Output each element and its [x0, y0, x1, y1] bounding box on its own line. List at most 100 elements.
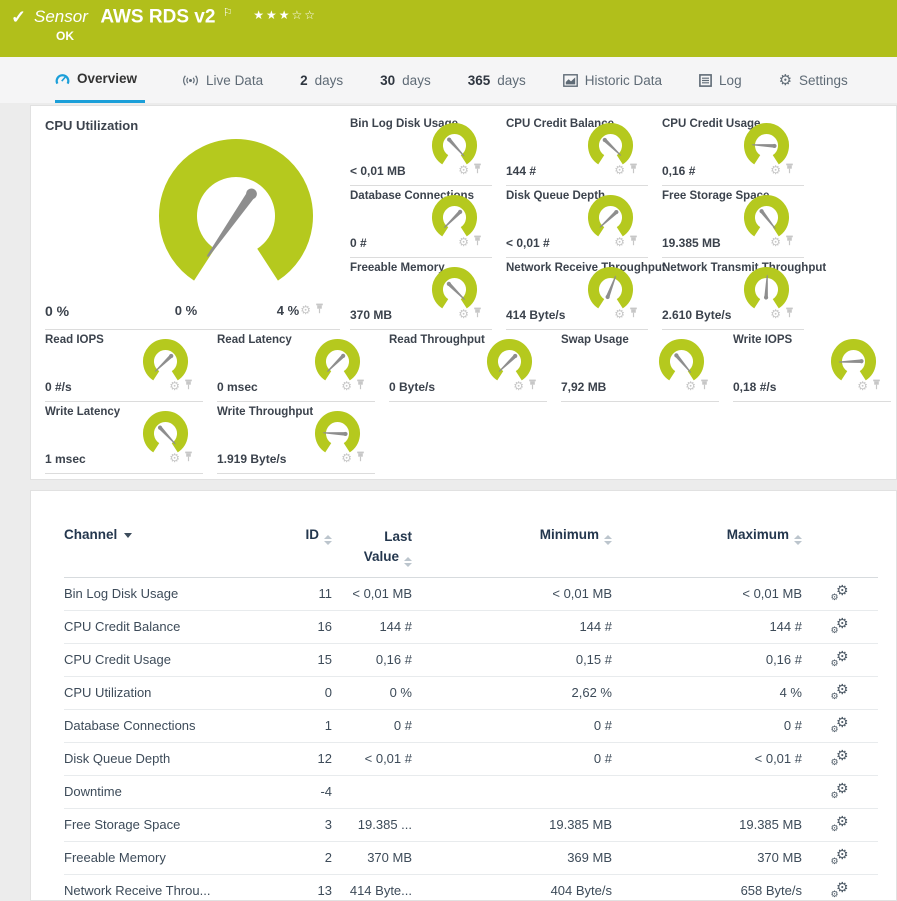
channel-pin-icon[interactable]: [785, 161, 794, 179]
channel-pin-icon[interactable]: [629, 305, 638, 323]
gauge-tile[interactable]: Write Throughput 1.919 Byte/s ⚙: [217, 402, 375, 474]
table-row[interactable]: Downtime -4 ⚙⚙: [64, 776, 878, 809]
channel-gear-icon[interactable]: ⚙: [341, 380, 352, 392]
channel-gear-icon[interactable]: ⚙: [685, 380, 696, 392]
priority-flag-icon[interactable]: ⚐: [223, 7, 233, 19]
channel-name[interactable]: CPU Credit Usage: [64, 652, 269, 667]
channel-gear-icon[interactable]: ⚙: [169, 452, 180, 464]
table-row[interactable]: CPU Credit Balance 16 144 # 144 # 144 # …: [64, 611, 878, 644]
channel-gear-icon[interactable]: ⚙: [169, 380, 180, 392]
channel-name[interactable]: Database Connections: [64, 718, 269, 733]
table-row[interactable]: Disk Queue Depth 12 < 0,01 # 0 # < 0,01 …: [64, 743, 878, 776]
channel-gear-icon[interactable]: ⚙: [513, 380, 524, 392]
channel-gear-icon[interactable]: ⚙: [770, 236, 781, 248]
channel-settings-gears-icon[interactable]: ⚙⚙: [831, 584, 850, 601]
channel-pin-icon[interactable]: [872, 377, 881, 395]
channel-settings-gears-icon[interactable]: ⚙⚙: [831, 716, 850, 733]
channel-pin-icon[interactable]: [473, 161, 482, 179]
gauge-tile[interactable]: Write IOPS 0,18 #/s ⚙: [733, 330, 891, 402]
channel-pin-icon[interactable]: [184, 377, 193, 395]
col-header-last-value[interactable]: LastValue: [332, 527, 412, 567]
channel-gear-icon[interactable]: ⚙: [614, 308, 625, 320]
sort-arrows-icon[interactable]: [604, 535, 612, 545]
channel-settings-gears-icon[interactable]: ⚙⚙: [831, 881, 850, 898]
table-row[interactable]: Free Storage Space 3 19.385 ... 19.385 M…: [64, 809, 878, 842]
channel-settings-gears-icon[interactable]: ⚙⚙: [831, 815, 850, 832]
table-row[interactable]: Database Connections 1 0 # 0 # 0 # ⚙⚙: [64, 710, 878, 743]
gauge-tile[interactable]: Read Latency 0 msec ⚙: [217, 330, 375, 402]
channel-pin-icon[interactable]: [629, 233, 638, 251]
sort-arrows-icon[interactable]: [404, 557, 412, 567]
channel-name[interactable]: Network Receive Throu...: [64, 883, 269, 898]
channel-pin-icon[interactable]: [528, 377, 537, 395]
tab-365-days[interactable]: 365days: [468, 57, 526, 103]
tab-historic-data[interactable]: Historic Data: [563, 57, 662, 103]
gauge-tile[interactable]: Disk Queue Depth < 0,01 # ⚙: [506, 186, 648, 258]
channel-gear-icon[interactable]: ⚙: [458, 236, 469, 248]
tab-live-data[interactable]: Live Data: [182, 57, 263, 103]
gauge-tile[interactable]: Read Throughput 0 Byte/s ⚙: [389, 330, 547, 402]
channel-pin-icon[interactable]: [473, 233, 482, 251]
channel-settings-gears-icon[interactable]: ⚙⚙: [831, 617, 850, 634]
tab-settings[interactable]: ⚙Settings: [779, 57, 848, 103]
channel-pin-icon[interactable]: [785, 233, 794, 251]
channel-settings-gears-icon[interactable]: ⚙⚙: [831, 848, 850, 865]
channel-settings-gears-icon[interactable]: ⚙⚙: [831, 683, 850, 700]
channel-name[interactable]: Freeable Memory: [64, 850, 269, 865]
table-row[interactable]: Bin Log Disk Usage 11 < 0,01 MB < 0,01 M…: [64, 578, 878, 611]
gauge-tile[interactable]: Write Latency 1 msec ⚙: [45, 402, 203, 474]
tab-log[interactable]: Log: [699, 57, 742, 103]
channel-name[interactable]: CPU Utilization: [64, 685, 269, 700]
gauge-tile[interactable]: CPU Credit Usage 0,16 # ⚙: [662, 114, 804, 186]
gauge-tile[interactable]: Database Connections 0 # ⚙: [350, 186, 492, 258]
channel-pin-icon[interactable]: [315, 301, 324, 319]
channel-gear-icon[interactable]: ⚙: [614, 236, 625, 248]
channel-gear-icon[interactable]: ⚙: [341, 452, 352, 464]
channel-pin-icon[interactable]: [184, 449, 193, 467]
channel-name[interactable]: Free Storage Space: [64, 817, 269, 832]
tab-30-days[interactable]: 30days: [380, 57, 431, 103]
table-row[interactable]: Network Receive Throu... 13 414 Byte... …: [64, 875, 878, 901]
table-row[interactable]: Freeable Memory 2 370 MB 369 MB 370 MB ⚙…: [64, 842, 878, 875]
sort-arrows-icon[interactable]: [324, 535, 332, 545]
channel-gear-icon[interactable]: ⚙: [770, 164, 781, 176]
channel-pin-icon[interactable]: [785, 305, 794, 323]
gauge-tile[interactable]: Swap Usage 7,92 MB ⚙: [561, 330, 719, 402]
channel-gear-icon[interactable]: ⚙: [857, 380, 868, 392]
channel-pin-icon[interactable]: [473, 305, 482, 323]
tab-2-days[interactable]: 2days: [300, 57, 343, 103]
channel-gear-icon[interactable]: ⚙: [458, 308, 469, 320]
gauge-tile[interactable]: Free Storage Space 19.385 MB ⚙: [662, 186, 804, 258]
channel-name[interactable]: Bin Log Disk Usage: [64, 586, 269, 601]
gauge-tile[interactable]: CPU Credit Balance 144 # ⚙: [506, 114, 648, 186]
channel-pin-icon[interactable]: [700, 377, 709, 395]
col-header-channel[interactable]: Channel: [64, 527, 269, 542]
channel-settings-gears-icon[interactable]: ⚙⚙: [831, 749, 850, 766]
channel-settings-gears-icon[interactable]: ⚙⚙: [831, 650, 850, 667]
sort-arrows-icon[interactable]: [794, 535, 802, 545]
gauge-tile[interactable]: Network Receive Throughput 414 Byte/s ⚙: [506, 258, 648, 330]
channel-name[interactable]: Disk Queue Depth: [64, 751, 269, 766]
channel-name[interactable]: Downtime: [64, 784, 269, 799]
col-header-maximum[interactable]: Maximum: [612, 527, 802, 545]
table-row[interactable]: CPU Utilization 0 0 % 2,62 % 4 % ⚙⚙: [64, 677, 878, 710]
channel-pin-icon[interactable]: [629, 161, 638, 179]
gauge-tile[interactable]: Network Transmit Throughput 2.610 Byte/s…: [662, 258, 804, 330]
channel-gear-icon[interactable]: ⚙: [300, 304, 311, 316]
channel-name[interactable]: CPU Credit Balance: [64, 619, 269, 634]
table-row[interactable]: CPU Credit Usage 15 0,16 # 0,15 # 0,16 #…: [64, 644, 878, 677]
channel-settings-gears-icon[interactable]: ⚙⚙: [831, 782, 850, 799]
col-header-id[interactable]: ID: [269, 527, 332, 545]
channel-gear-icon[interactable]: ⚙: [614, 164, 625, 176]
channel-gear-icon[interactable]: ⚙: [770, 308, 781, 320]
channel-pin-icon[interactable]: [356, 377, 365, 395]
col-header-minimum[interactable]: Minimum: [412, 527, 612, 545]
gauge-tile[interactable]: Bin Log Disk Usage < 0,01 MB ⚙: [350, 114, 492, 186]
channel-gear-icon[interactable]: ⚙: [458, 164, 469, 176]
gauge-tile[interactable]: Read IOPS 0 #/s ⚙: [45, 330, 203, 402]
tab-overview[interactable]: Overview: [55, 57, 145, 103]
priority-stars[interactable]: ★★★☆☆: [253, 8, 317, 22]
gauge-tile[interactable]: Freeable Memory 370 MB ⚙: [350, 258, 492, 330]
gauge-tile-cpu-utilization[interactable]: CPU Utilization 0 % 4 % 0 % ⚙: [45, 114, 340, 330]
channel-pin-icon[interactable]: [356, 449, 365, 467]
